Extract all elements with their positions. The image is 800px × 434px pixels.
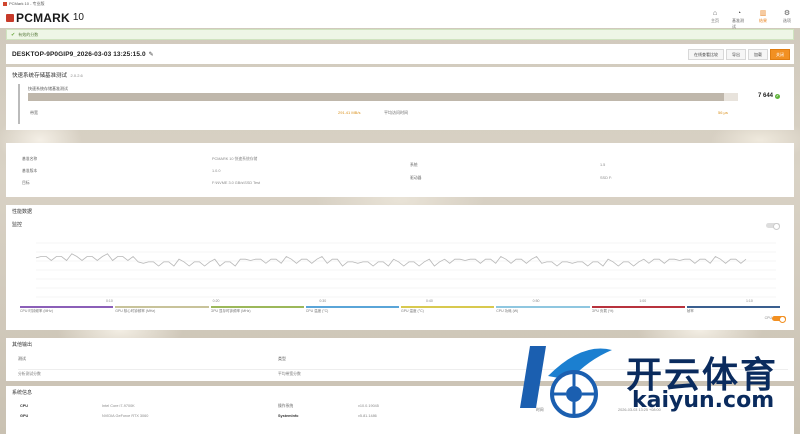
- gauge-icon: ◔: [736, 10, 742, 17]
- info-key: 基准名称: [22, 157, 38, 161]
- gpu-value: NVIDIA GeForce RTX 3060: [102, 414, 149, 418]
- legend-item[interactable]: CPU 温度 (°C): [305, 306, 399, 314]
- window-titlebar: PCMark 10 - 专业版: [0, 0, 800, 7]
- legend-item[interactable]: GPU 显存时钟频率 (MHz): [210, 306, 304, 314]
- info-value: 1.5: [600, 163, 606, 167]
- x-tick-label: 1:10: [746, 299, 753, 303]
- os-label: 操作系统: [278, 404, 294, 408]
- notice-text: 有效的分数: [18, 31, 39, 37]
- app-header: PCMARK 10 ⌂ 主页 ◔ 基准测试 ▥ 结果 ⚙ 选项: [0, 7, 800, 30]
- check-icon: ✔: [11, 31, 16, 38]
- info-value: PCMARK 10 快速系统存储: [212, 157, 258, 161]
- export-button[interactable]: 导出: [726, 49, 746, 60]
- performance-panel: 性能数据 监控 0:10 0:20 0:30 0:40 0:50 1:00 1:10 CPU…: [6, 205, 794, 330]
- nav-benchmarks[interactable]: ◔ 基准测试: [732, 9, 746, 30]
- result-header: DESKTOP-9P0GIP9_2026-03-03 13:25:15.0 ✎ …: [6, 44, 794, 64]
- x-tick-label: 0:10: [106, 299, 113, 303]
- nav-label: 选项: [783, 18, 791, 23]
- cpu-toggle[interactable]: [772, 316, 786, 323]
- score-value: 7 644 ✓: [758, 93, 780, 99]
- load-button[interactable]: 加载: [748, 49, 768, 60]
- legend-item[interactable]: CPU 功耗 (W): [496, 306, 590, 314]
- x-tick-label: 0:20: [213, 299, 220, 303]
- info-key: 基准版本: [22, 169, 38, 173]
- nav-label: 主页: [711, 18, 719, 23]
- logo-version: 10: [72, 12, 84, 23]
- test-info-panel: 基准名称 PCMARK 10 快速系统存储 基准版本 1.0.0 目标 F:\N…: [6, 143, 794, 197]
- chart-legend: CPU 时钟频率 (MHz) GPU 核心时钟频率 (MHz) GPU 显存时钟频率…: [20, 306, 780, 314]
- x-tick-label: 1:00: [639, 299, 646, 303]
- pencil-icon[interactable]: ✎: [149, 51, 154, 58]
- home-icon: ⌂: [712, 10, 718, 17]
- latency-value: 56 μs: [718, 110, 728, 115]
- column-type: 类型: [278, 356, 286, 361]
- benchmark-panel: 快速系统存储基准测试 2.0.2.6 快速系统存储基准测试 7 644 ✓ 带宽…: [6, 67, 794, 130]
- row-type: 平均带宽分数: [278, 372, 301, 376]
- logo: PCMARK 10: [6, 11, 84, 25]
- benchmark-version: 2.0.2.6: [70, 73, 83, 78]
- test-name: 快速系统存储基准测试: [28, 86, 68, 91]
- bar-chart-icon: ▥: [759, 10, 767, 17]
- bandwidth-value: 291.41 MB/s: [338, 110, 361, 115]
- benchmark-result: 快速系统存储基准测试 7 644 ✓ 带宽 291.41 MB/s 平均访问时间…: [18, 84, 788, 124]
- benchmark-title: 快速系统存储基准测试 2.0.2.6: [12, 71, 788, 79]
- legend-item[interactable]: GPU 负载 (%): [591, 306, 685, 314]
- score-bar: [28, 93, 738, 101]
- systeminfo-label: SystemInfo: [278, 414, 299, 418]
- latency-label: 平均访问时间: [384, 110, 408, 115]
- bandwidth-label: 带宽: [30, 110, 38, 115]
- watermark-logo-icon: [520, 346, 612, 418]
- watermark: 开云体育 kaiyun.com: [512, 336, 800, 424]
- logo-mark-icon: [6, 13, 14, 22]
- series-line-cpu-clock: [35, 253, 747, 267]
- os-value: v10.0.19045: [358, 404, 379, 408]
- nav-home[interactable]: ⌂ 主页: [708, 9, 722, 30]
- score-bar-fill: [28, 93, 724, 101]
- info-key: 目标: [22, 181, 30, 185]
- watermark-url: kaiyun.com: [632, 388, 775, 413]
- legend-item[interactable]: 帧率: [686, 306, 780, 314]
- cpu-value: Intel Core i7-9700K: [102, 404, 135, 408]
- x-tick-label: 0:40: [426, 299, 433, 303]
- info-key: 驱动器: [410, 176, 422, 180]
- gpu-label: GPU: [20, 414, 29, 418]
- result-actions: 在线查看比较 导出 加载 关闭: [688, 49, 790, 60]
- nav-options[interactable]: ⚙ 选项: [780, 9, 794, 30]
- compare-online-button[interactable]: 在线查看比较: [688, 49, 724, 60]
- check-circle-icon: ✓: [775, 93, 780, 99]
- window-title: PCMark 10 - 专业版: [9, 0, 45, 6]
- result-title: DESKTOP-9P0GIP9_2026-03-03 13:25:15.0: [12, 50, 146, 58]
- benchmark-title-text: 快速系统存储基准测试: [12, 73, 68, 79]
- x-tick-label: 0:30: [319, 299, 326, 303]
- toggle-label: CPU: [764, 316, 772, 320]
- x-tick-label: 0:50: [533, 299, 540, 303]
- info-key: 系统: [410, 163, 418, 167]
- row-test: 分析测试分数: [18, 372, 41, 376]
- nav-results[interactable]: ▥ 结果: [756, 9, 770, 30]
- close-button[interactable]: 关闭: [770, 49, 790, 60]
- cpu-label: CPU: [20, 404, 29, 408]
- info-value: F:\NVME 3.0 GB/s\SSD Test: [212, 181, 261, 185]
- valid-score-notice: ✔ 有效的分数: [6, 29, 794, 40]
- gear-icon: ⚙: [783, 10, 791, 17]
- info-value: SSD F:: [600, 176, 613, 180]
- systeminfo-value: v5.81.1486: [358, 414, 377, 418]
- app-icon: [3, 1, 7, 6]
- legend-item[interactable]: GPU 核心时钟频率 (MHz): [115, 306, 209, 314]
- score-number: 7 644: [757, 93, 773, 99]
- main-nav: ⌂ 主页 ◔ 基准测试 ▥ 结果 ⚙ 选项: [708, 9, 794, 30]
- column-test: 测试: [18, 356, 26, 361]
- logo-text: PCMARK: [16, 10, 70, 25]
- nav-label: 结果: [759, 18, 767, 23]
- legend-item[interactable]: CPU 时钟频率 (MHz): [20, 306, 114, 314]
- info-value: 1.0.0: [212, 169, 221, 173]
- legend-item[interactable]: GPU 温度 (°C): [401, 306, 495, 314]
